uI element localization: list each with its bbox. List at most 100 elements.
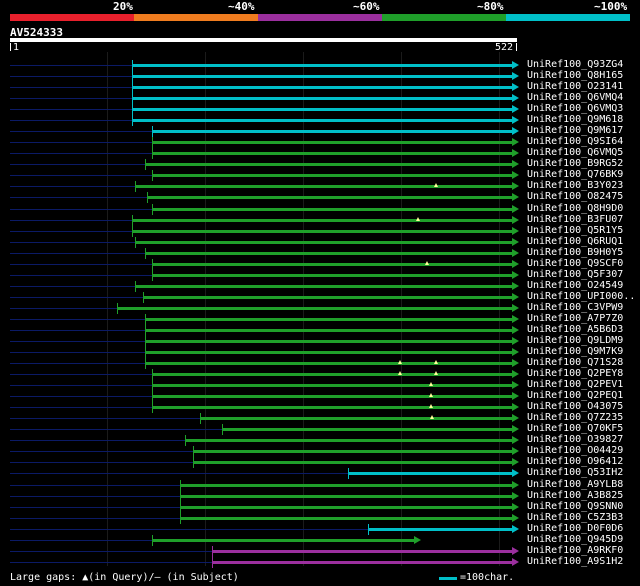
hit-label[interactable]: UniRef100_Q6RUQ1 [527,236,623,247]
hit-label[interactable]: UniRef100_Q7Z235 [527,412,623,423]
hit-label[interactable]: UniRef100_O24549 [527,280,623,291]
alignment-segment[interactable] [193,450,512,453]
hit-label[interactable]: UniRef100_Q6VMQ5 [527,147,623,158]
hit-label[interactable]: UniRef100_B9H0Y5 [527,247,623,258]
alignment-segment[interactable] [152,539,414,542]
alignment-segment[interactable] [145,340,512,343]
hit-label[interactable]: UniRef100_Q53IH2 [527,467,623,478]
alignment-segment[interactable] [145,318,512,321]
alignment-segment[interactable] [180,484,512,487]
hit-label[interactable]: UniRef100_Q76BK9 [527,169,623,180]
hit-label[interactable]: UniRef100_Q2PEV1 [527,379,623,390]
alignment-segment[interactable] [180,506,512,509]
alignment-segment[interactable] [152,130,512,133]
hit-label[interactable]: UniRef100_A7P7Z0 [527,313,623,324]
hit-row[interactable]: UniRef100_A9S1H2 [0,556,640,568]
hit-label[interactable]: UniRef100_A9RKF0 [527,545,623,556]
hit-label[interactable]: UniRef100_Q2PEQ1 [527,390,623,401]
hit-label[interactable]: UniRef100_C5Z3B3 [527,512,623,523]
hit-label[interactable]: UniRef100_Q6VMQ3 [527,103,623,114]
hit-label[interactable]: UniRef100_Q9M7K9 [527,346,623,357]
alignment-arrow-icon [512,193,519,201]
hit-label[interactable]: UniRef100_B3Y023 [527,180,623,191]
hit-row[interactable]: UniRef100_Q53IH2 [0,467,640,479]
alignment-segment[interactable] [152,141,512,144]
hit-label[interactable]: UniRef100_B3FU07 [527,214,623,225]
hit-label[interactable]: UniRef100_A9YLB8 [527,479,623,490]
alignment-segment[interactable] [143,296,512,299]
hit-label[interactable]: UniRef100_C3VPW9 [527,302,623,313]
alignment-segment[interactable] [212,561,512,564]
hit-label[interactable]: UniRef100_Q9M617 [527,125,623,136]
alignment-segment[interactable] [152,384,512,387]
alignment-arrow-icon [512,293,519,301]
alignment-segment[interactable] [135,241,512,244]
hit-label[interactable]: UniRef100_Q9SI64 [527,136,623,147]
hit-label[interactable]: UniRef100_Q71S28 [527,357,623,368]
alignment-segment[interactable] [152,208,512,211]
alignment-segment[interactable] [152,263,512,266]
alignment-segment[interactable] [185,439,512,442]
alignment-segment[interactable] [132,75,512,78]
hit-label[interactable]: UniRef100_Q8H9D0 [527,203,623,214]
hit-label[interactable]: UniRef100_O04429 [527,445,623,456]
alignment-segment[interactable] [145,351,512,354]
alignment-segment[interactable] [145,329,512,332]
query-gap-icon [429,393,433,397]
alignment-segment[interactable] [152,406,512,409]
hit-label[interactable]: UniRef100_O39827 [527,434,623,445]
alignment-segment[interactable] [135,285,512,288]
hit-label[interactable]: UniRef100_Q5F307 [527,269,623,280]
hit-label[interactable]: UniRef100_Q5R1Y5 [527,225,623,236]
alignment-segment[interactable] [135,185,512,188]
alignment-segment[interactable] [132,119,512,122]
hit-label[interactable]: UniRef100_D0F0D6 [527,523,623,534]
alignment-segment[interactable] [212,550,512,553]
hit-label[interactable]: UniRef100_B9RG52 [527,158,623,169]
alignment-segment[interactable] [152,174,512,177]
alignment-segment[interactable] [193,461,512,464]
hit-label[interactable]: UniRef100_O82475 [527,191,623,202]
alignment-segment[interactable] [368,528,512,531]
alignment-segment[interactable] [152,274,512,277]
hit-label[interactable]: UniRef100_A3B825 [527,490,623,501]
alignment-segment[interactable] [145,362,512,365]
hit-label[interactable]: UniRef100_O23141 [527,81,623,92]
hit-label[interactable]: UniRef100_Q93ZG4 [527,59,623,70]
hit-label[interactable]: UniRef100_Q9M618 [527,114,623,125]
alignment-segment[interactable] [222,428,512,431]
hit-label[interactable]: UniRef100_Q9SNN0 [527,501,623,512]
alignment-segment[interactable] [132,97,512,100]
alignment-segment[interactable] [117,307,512,310]
hit-label[interactable]: UniRef100_Q8H165 [527,70,623,81]
alignment-segment[interactable] [132,230,512,233]
hit-label[interactable]: UniRef100_Q2PEY8 [527,368,623,379]
hit-label[interactable]: UniRef100_A5B6D3 [527,324,623,335]
hit-label[interactable]: UniRef100_Q6VMQ4 [527,92,623,103]
alignment-segment[interactable] [152,152,512,155]
unaligned-region [10,562,212,563]
alignment-segment[interactable] [132,108,512,111]
alignment-segment[interactable] [132,86,512,89]
hit-label[interactable]: UniRef100_Q70KF5 [527,423,623,434]
alignment-segment[interactable] [145,163,512,166]
alignment-segment[interactable] [200,417,512,420]
alignment-segment[interactable] [180,495,512,498]
hit-label[interactable]: UniRef100_Q9SCF0 [527,258,623,269]
unaligned-region [10,253,145,254]
hit-label[interactable]: UniRef100_O43075 [527,401,623,412]
hit-label[interactable]: UniRef100_A9S1H2 [527,556,623,567]
alignment-segment[interactable] [147,196,512,199]
alignment-segment[interactable] [132,64,512,67]
alignment-segment[interactable] [152,395,512,398]
alignment-segment[interactable] [348,472,512,475]
hit-row[interactable]: UniRef100_O82475 [0,191,640,203]
alignment-segment[interactable] [145,252,512,255]
hit-label[interactable]: UniRef100_Q945D9 [527,534,623,545]
alignment-segment[interactable] [152,373,512,376]
hit-label[interactable]: UniRef100_Q9LDM9 [527,335,623,346]
alignment-segment[interactable] [132,219,512,222]
hit-label[interactable]: UniRef100_UPI000.. [527,291,635,302]
hit-label[interactable]: UniRef100_O96412 [527,456,623,467]
alignment-segment[interactable] [180,517,512,520]
